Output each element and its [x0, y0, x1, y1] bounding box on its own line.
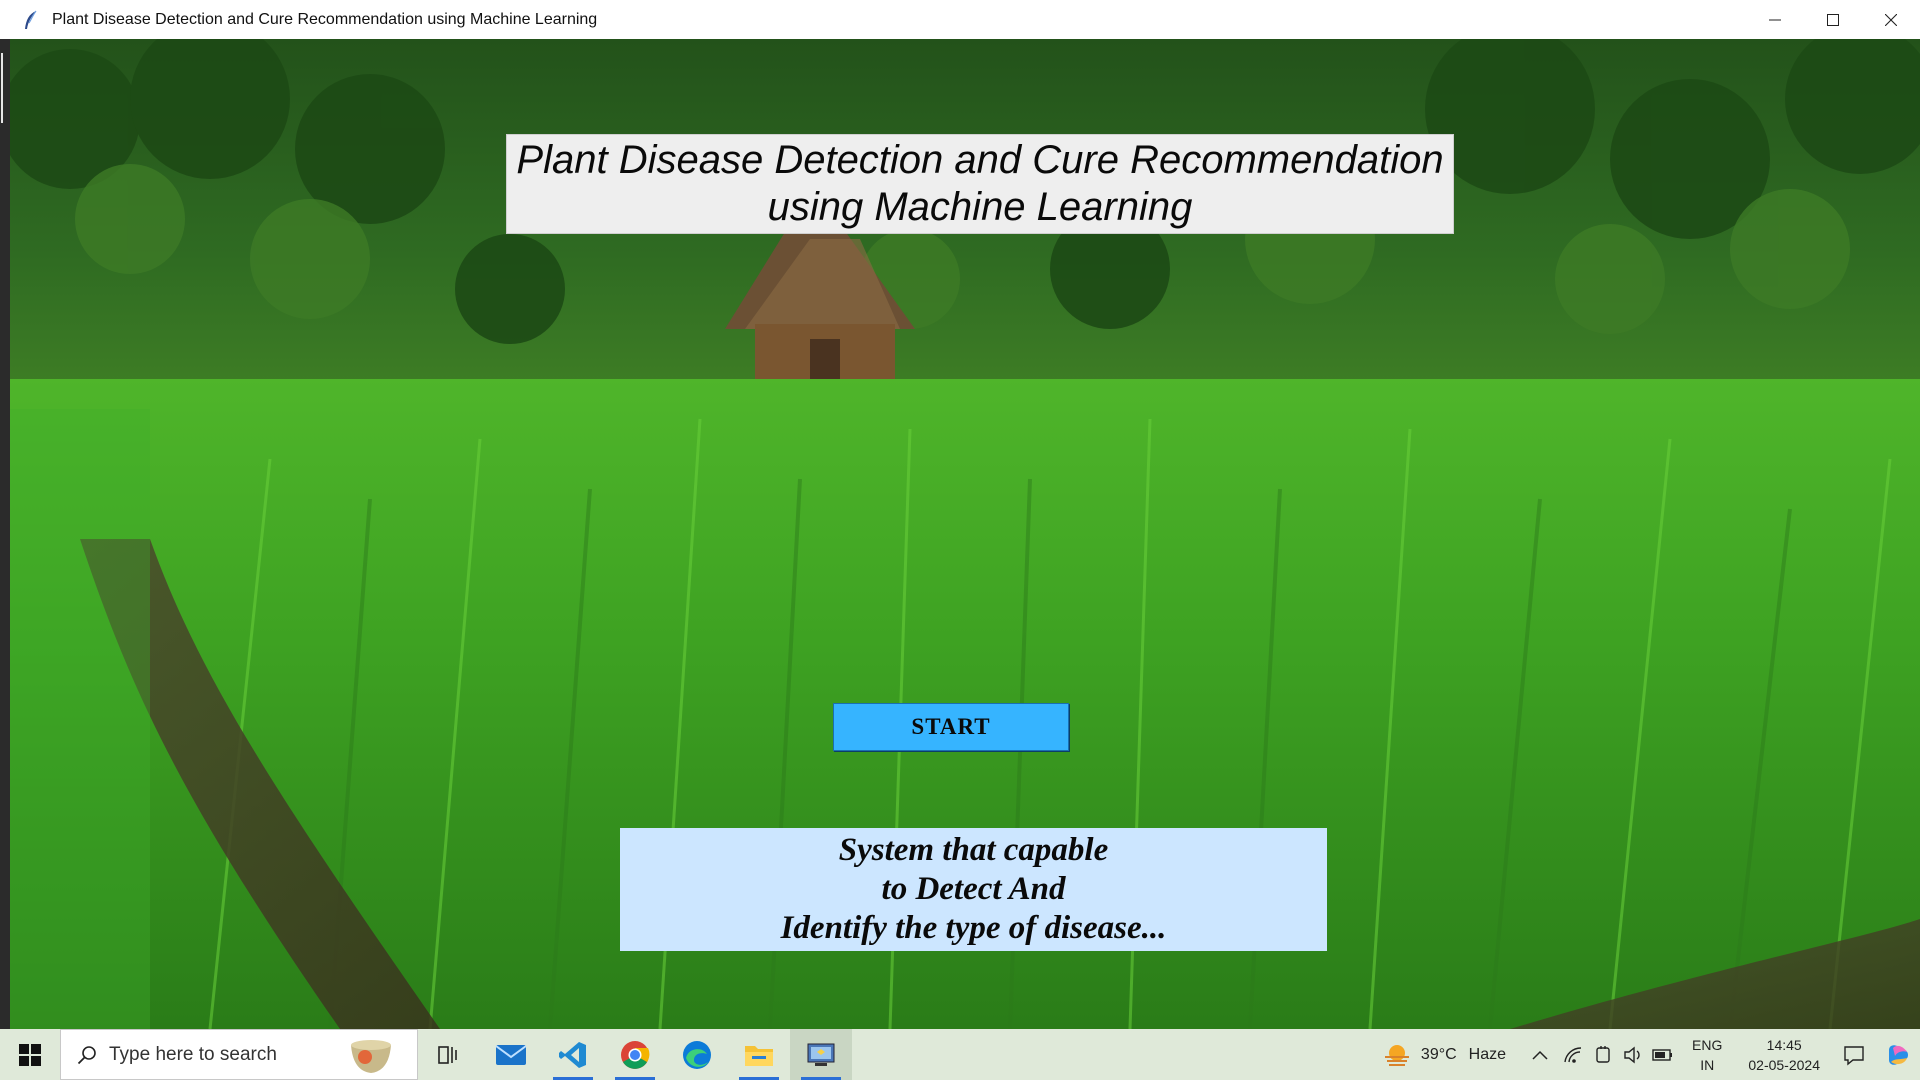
taskbar-search-box[interactable]: Type here to search — [60, 1029, 418, 1080]
clock-date: 02-05-2024 — [1748, 1056, 1820, 1073]
task-view-icon — [438, 1045, 457, 1064]
input-language-button[interactable]: ENG IN — [1692, 1035, 1722, 1075]
weather-widget[interactable]: 39°C Haze — [1377, 1029, 1512, 1080]
language-code: ENG — [1692, 1036, 1723, 1053]
taskbar-mail[interactable] — [480, 1029, 542, 1080]
mail-icon — [495, 1044, 527, 1065]
maximize-button[interactable] — [1804, 0, 1862, 39]
weather-condition: Haze — [1468, 1045, 1507, 1063]
copilot-button[interactable] — [1876, 1029, 1920, 1080]
close-icon — [1885, 13, 1897, 26]
start-button-label: START — [911, 714, 991, 739]
window-titlebar[interactable]: Plant Disease Detection and Cure Recomme… — [0, 0, 1920, 39]
wifi-icon — [1564, 1046, 1582, 1063]
notifications-button[interactable] — [1832, 1029, 1876, 1080]
clock-time: 14:45 — [1766, 1036, 1802, 1053]
volume-tray-button[interactable] — [1618, 1029, 1648, 1080]
windows-icon — [19, 1043, 41, 1066]
taskbar-python-app[interactable] — [790, 1029, 852, 1080]
device-tray-button[interactable] — [1588, 1029, 1618, 1080]
notification-icon — [1844, 1045, 1864, 1065]
start-menu-button[interactable] — [0, 1029, 60, 1080]
weather-temperature: 39°C — [1420, 1045, 1457, 1063]
device-icon — [1596, 1045, 1610, 1063]
taskbar: Type here to search 39°C Haze ENG IN 14:… — [0, 1029, 1920, 1080]
taskbar-edge[interactable] — [666, 1029, 728, 1080]
left-edge-strip — [0, 39, 10, 1029]
taskbar-file-explorer[interactable] — [728, 1029, 790, 1080]
minimize-icon — [1769, 19, 1781, 20]
search-highlight-icon — [351, 1040, 391, 1073]
description-text: System that capable to Detect And Identi… — [780, 832, 1167, 946]
app-heading-box: Plant Disease Detection and Cure Recomme… — [506, 134, 1454, 234]
chrome-icon — [621, 1040, 650, 1069]
python-app-icon — [807, 1043, 835, 1066]
haze-weather-icon — [1384, 1044, 1409, 1066]
search-placeholder: Type here to search — [109, 1043, 277, 1065]
system-tray: 39°C Haze ENG IN 14:45 02-05-2024 — [1377, 1029, 1920, 1080]
chevron-up-icon — [1532, 1050, 1548, 1060]
vscode-icon — [559, 1041, 586, 1068]
file-explorer-icon — [745, 1045, 773, 1066]
taskbar-task-view[interactable] — [418, 1029, 480, 1080]
description-box: System that capable to Detect And Identi… — [620, 828, 1327, 951]
window-title: Plant Disease Detection and Cure Recomme… — [52, 10, 598, 28]
feather-icon — [25, 10, 37, 29]
close-button[interactable] — [1862, 0, 1920, 39]
taskbar-vscode[interactable] — [542, 1029, 604, 1080]
search-icon — [77, 1045, 96, 1064]
clock-button[interactable]: 14:45 02-05-2024 — [1748, 1035, 1820, 1075]
battery-charging-icon — [1652, 1048, 1673, 1061]
region-code: IN — [1700, 1056, 1715, 1073]
taskbar-chrome[interactable] — [604, 1029, 666, 1080]
show-hidden-icons-button[interactable] — [1522, 1029, 1558, 1080]
network-tray-button[interactable] — [1558, 1029, 1588, 1080]
app-canvas: Plant Disease Detection and Cure Recomme… — [10, 39, 1920, 1029]
speaker-icon — [1624, 1046, 1640, 1063]
maximize-icon — [1827, 13, 1839, 26]
minimize-button[interactable] — [1746, 0, 1804, 39]
app-heading: Plant Disease Detection and Cure Recomme… — [516, 138, 1444, 229]
battery-tray-button[interactable] — [1648, 1029, 1678, 1080]
start-button[interactable]: START — [833, 703, 1069, 751]
edge-icon — [683, 1040, 711, 1069]
scroll-indicator — [1, 53, 3, 123]
copilot-icon — [1889, 1044, 1908, 1065]
